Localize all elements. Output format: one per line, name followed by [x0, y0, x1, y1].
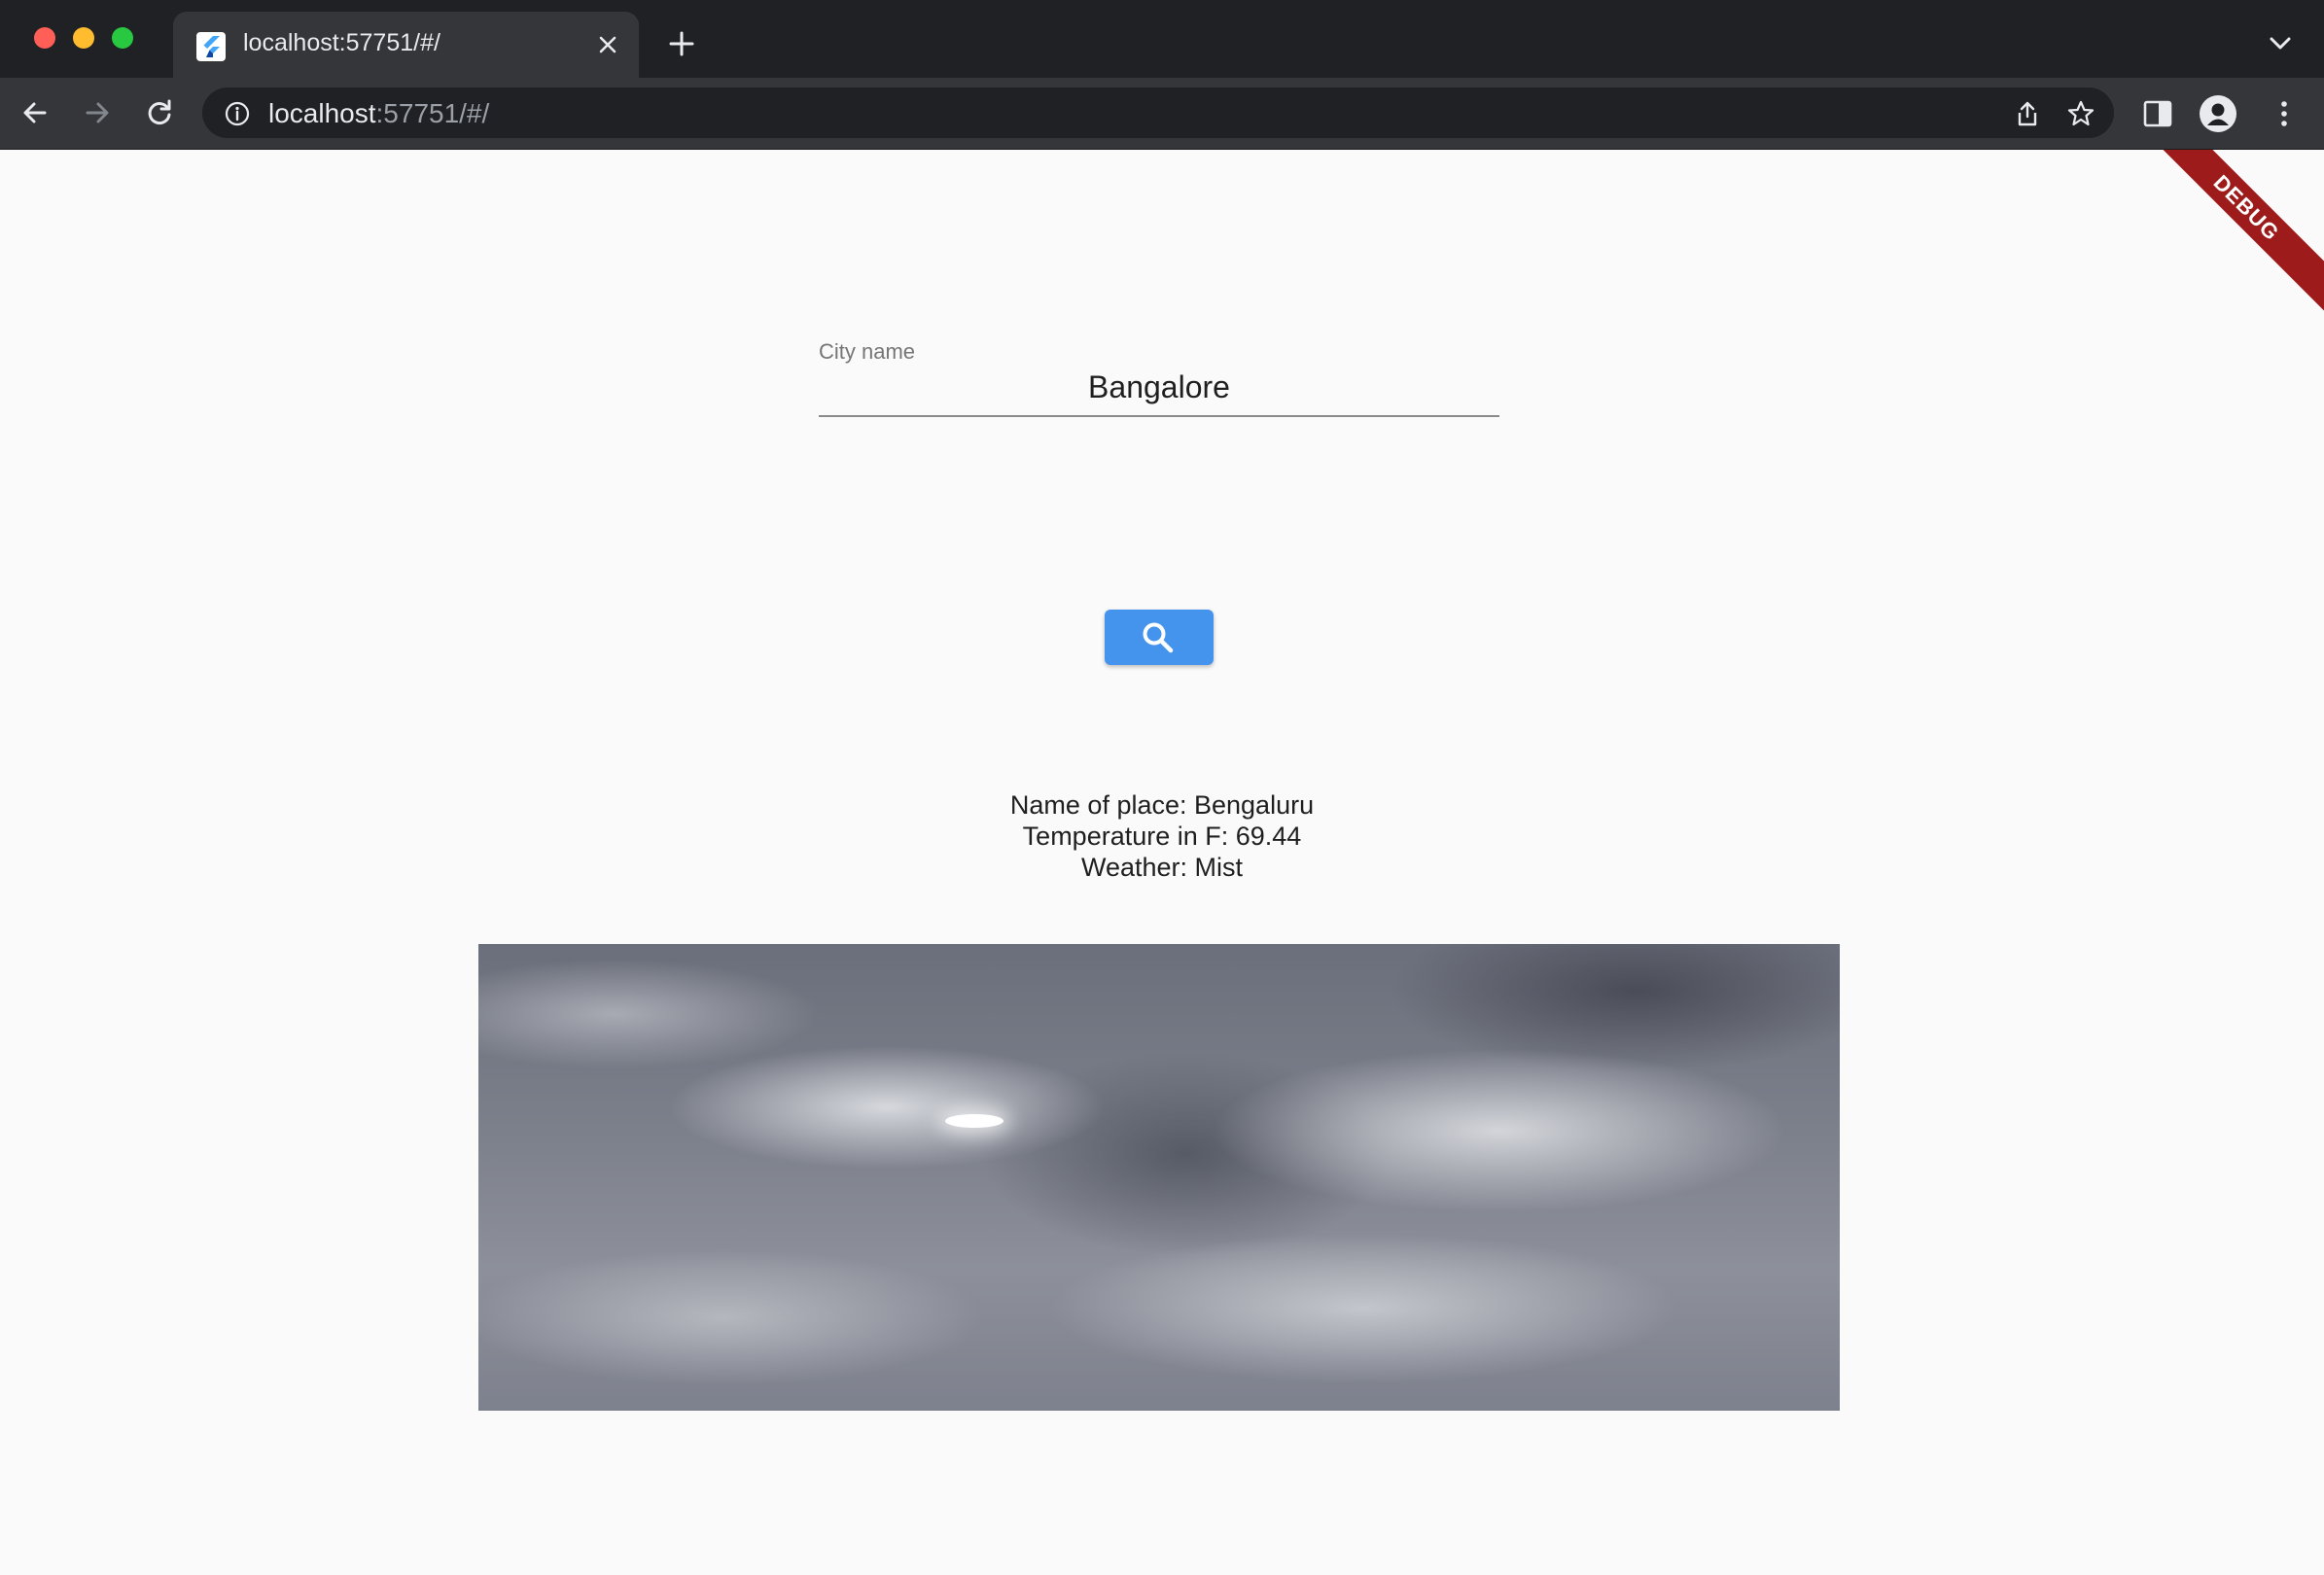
- url-host: localhost: [268, 98, 376, 128]
- weather-text: Weather: Mist: [1080, 853, 1244, 882]
- more-menu-icon[interactable]: [2268, 97, 2301, 130]
- side-panel-icon[interactable]: [2141, 97, 2174, 130]
- search-icon: [1143, 622, 1174, 653]
- flutter-favicon-icon: [196, 32, 226, 61]
- app-viewport: DEBUG City name Bangalore Name of place:…: [0, 150, 2324, 1575]
- sun-glint: [945, 1114, 1004, 1128]
- url-text[interactable]: localhost:57751/#/: [268, 98, 489, 129]
- debug-banner: DEBUG: [2130, 150, 2324, 324]
- browser-tab[interactable]: localhost:57751/#/: [173, 12, 639, 78]
- search-button[interactable]: [1105, 610, 1214, 665]
- address-bar[interactable]: localhost:57751/#/: [202, 88, 2114, 138]
- weather-image: [478, 944, 1840, 1411]
- city-name-input[interactable]: Bangalore: [819, 366, 1499, 408]
- place-name-text: Name of place: Bengaluru: [1009, 790, 1315, 820]
- bookmark-star-icon[interactable]: [2066, 99, 2095, 128]
- browser-tab-strip: localhost:57751/#/: [0, 0, 2324, 78]
- close-tab-icon[interactable]: [594, 31, 621, 58]
- new-tab-icon[interactable]: [667, 29, 696, 58]
- back-arrow-icon[interactable]: [18, 95, 53, 130]
- reload-icon[interactable]: [142, 95, 177, 130]
- city-name-underline: [819, 415, 1499, 417]
- city-name-label: City name: [819, 339, 916, 364]
- tab-title: localhost:57751/#/: [243, 29, 440, 56]
- chevron-down-icon[interactable]: [2266, 33, 2295, 54]
- url-path: :57751/#/: [375, 98, 490, 128]
- profile-avatar-icon[interactable]: [2200, 95, 2236, 132]
- forward-arrow-icon[interactable]: [80, 95, 115, 130]
- temperature-text: Temperature in F: 69.44: [1022, 822, 1302, 851]
- close-window-button[interactable]: [34, 27, 55, 49]
- minimize-window-button[interactable]: [73, 27, 94, 49]
- browser-toolbar: localhost:57751/#/: [0, 78, 2324, 150]
- share-icon[interactable]: [2013, 99, 2042, 128]
- site-info-icon[interactable]: [224, 100, 251, 127]
- maximize-window-button[interactable]: [112, 27, 133, 49]
